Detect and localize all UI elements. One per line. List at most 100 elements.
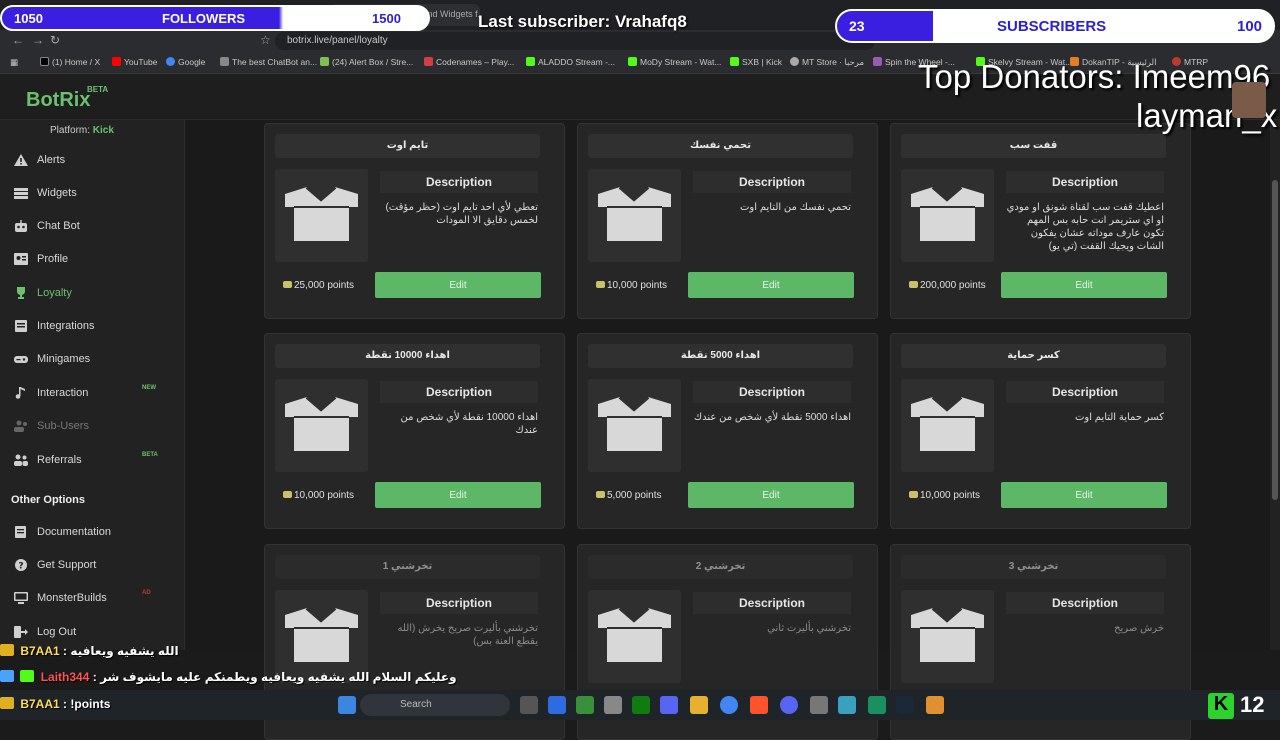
sidebar-item-sub-users[interactable]: Sub-Users [14, 420, 89, 432]
sidebar-item-documentation[interactable]: Documentation [14, 526, 111, 538]
app-icon[interactable] [660, 696, 678, 714]
coins-icon [596, 281, 605, 288]
bookmark-item[interactable]: MoDy Stream - Wat... [628, 57, 721, 67]
users-icon [14, 420, 27, 432]
sidebar-item-label: Documentation [37, 526, 111, 538]
music-icon [15, 387, 25, 399]
chat-text: : وعليكم السلام الله يشفيه ويعافيه ويطمن… [92, 670, 457, 684]
coins-icon [283, 491, 292, 498]
sidebar-item-profile[interactable]: Profile [14, 253, 68, 265]
app-icon[interactable] [868, 696, 886, 714]
reward-description-heading: Description [693, 381, 851, 403]
bookmark-star-icon[interactable]: ☆ [260, 33, 271, 47]
page-scrollbar[interactable] [1270, 120, 1280, 650]
followers-label: FOLLOWERS [162, 11, 246, 26]
bookmark-item[interactable]: ALADDO Stream -... [526, 57, 615, 67]
box-icon [911, 606, 984, 662]
integrations-icon [15, 320, 27, 332]
sidebar-item-alerts[interactable]: Alerts [14, 154, 65, 166]
sidebar-item-interaction[interactable]: Interaction [14, 387, 88, 399]
subscribers-label: SUBSCRIBERS [997, 18, 1107, 35]
sidebar-item-referrals[interactable]: Referrals [14, 454, 82, 466]
folder-icon[interactable] [690, 696, 708, 714]
sidebar-item-label: Alerts [37, 154, 66, 166]
sidebar-item-label: MonsterBuilds [37, 592, 107, 604]
reward-box-image [901, 169, 994, 262]
sidebar-item-get-support[interactable]: ? Get Support [14, 559, 96, 571]
bookmark-item[interactable]: Google [166, 57, 205, 67]
edit-button[interactable]: Edit [1001, 272, 1167, 298]
bookmark-item[interactable]: (1) Home / X [40, 57, 100, 67]
app-icon[interactable] [576, 696, 594, 714]
sidebar-item-monsterbuilds[interactable]: MonsterBuilds [14, 592, 107, 604]
crown-badge-icon [0, 697, 14, 709]
apps-icon[interactable]: ▦ [10, 57, 18, 68]
reload-icon[interactable]: ↻ [50, 33, 60, 47]
sidebar-item-log-out[interactable]: Log Out [14, 626, 76, 638]
box-icon [911, 185, 984, 241]
chat-text: : الله يشفيه ويعافيه [63, 644, 179, 658]
steam-icon[interactable] [896, 696, 914, 714]
reward-description-heading: Description [693, 171, 851, 193]
bookmark-item[interactable]: Codenames – Play... [424, 57, 514, 67]
bookmark-item[interactable]: MT Store · مرحبا [790, 57, 864, 68]
streamer-avatar [1232, 82, 1266, 118]
reward-points: 10,000 points [283, 490, 354, 501]
edit-button[interactable]: Edit [688, 482, 854, 508]
reward-description: اهداء 10000 نقطة لأي شخص من عندك [400, 412, 538, 436]
bookmark-item[interactable]: SXB | Kick [730, 57, 782, 67]
platform-indicator: Platform: Kick [50, 125, 114, 136]
app-icon[interactable] [548, 696, 566, 714]
reward-description: خرش صريح [1114, 623, 1164, 634]
forward-icon[interactable]: → [32, 33, 44, 47]
windows-start-icon[interactable] [338, 696, 356, 714]
trophy-icon [17, 287, 25, 299]
other-options-heading: Other Options [11, 494, 85, 506]
viewer-count: 12 [1240, 692, 1265, 717]
botrix-logo[interactable]: BotRix [26, 89, 90, 112]
back-icon[interactable]: ← [12, 33, 24, 47]
reward-points: 25,000 points [283, 280, 354, 291]
edit-button[interactable]: Edit [688, 272, 854, 298]
sidebar-item-label: Referrals [37, 454, 82, 466]
app-icon[interactable] [604, 696, 622, 714]
sidebar-item-loyalty[interactable]: Loyalty [14, 287, 72, 299]
sidebar-item-chat-bot[interactable]: Chat Bot [14, 220, 80, 232]
task-view-icon[interactable] [520, 696, 538, 714]
edit-button[interactable]: Edit [375, 272, 541, 298]
app-icon[interactable] [838, 696, 856, 714]
chrome-icon[interactable] [720, 696, 738, 714]
reward-box-image [588, 169, 681, 262]
reward-box-image [588, 590, 681, 683]
reward-description-heading: Description [1006, 381, 1164, 403]
scroll-thumb[interactable] [1272, 180, 1278, 500]
bookmark-item[interactable]: (24) Alert Box / Stre... [320, 57, 413, 67]
bookmark-item[interactable]: YouTube [112, 57, 157, 67]
xbox-icon[interactable] [632, 696, 650, 714]
app-icon[interactable] [926, 696, 944, 714]
edit-button[interactable]: Edit [1001, 482, 1167, 508]
followers-goal-bar: 1050 FOLLOWERS 1500 [0, 5, 430, 31]
chat-message: B7AA1 : الله يشفيه ويعافيه [0, 644, 179, 664]
sidebar-item-minigames[interactable]: Minigames [14, 353, 90, 365]
edit-button[interactable]: Edit [375, 482, 541, 508]
discord-icon[interactable] [780, 696, 798, 714]
referrals-icon [14, 454, 28, 466]
loyalty-rewards-grid: تايم اوت Description تعطي لأي احد تايم ا… [185, 120, 1270, 740]
app-icon[interactable] [810, 696, 828, 714]
sidebar-item-label: Chat Bot [37, 220, 80, 232]
chat-message: Laith344 : وعليكم السلام الله يشفيه ويعا… [0, 670, 457, 690]
url-input[interactable]: botrix.live/panel/loyalty [275, 32, 875, 50]
reward-title: تخرشني 1 [275, 555, 540, 579]
monitor-icon [14, 592, 28, 604]
bookmark-item[interactable]: The best ChatBot an... [220, 57, 317, 67]
taskbar-search[interactable]: Search [360, 694, 510, 716]
sidebar-item-widgets[interactable]: Widgets [14, 187, 77, 199]
top-donators-text: Top Donators: Imeem96 [918, 58, 1271, 95]
reward-title: اهداء 5000 نقطة [588, 344, 853, 368]
sidebar-item-integrations[interactable]: Integrations [14, 320, 94, 332]
help-icon: ? [15, 559, 27, 571]
chat-text: : !points [63, 697, 111, 711]
coins-icon [283, 281, 292, 288]
brave-icon[interactable] [750, 696, 768, 714]
